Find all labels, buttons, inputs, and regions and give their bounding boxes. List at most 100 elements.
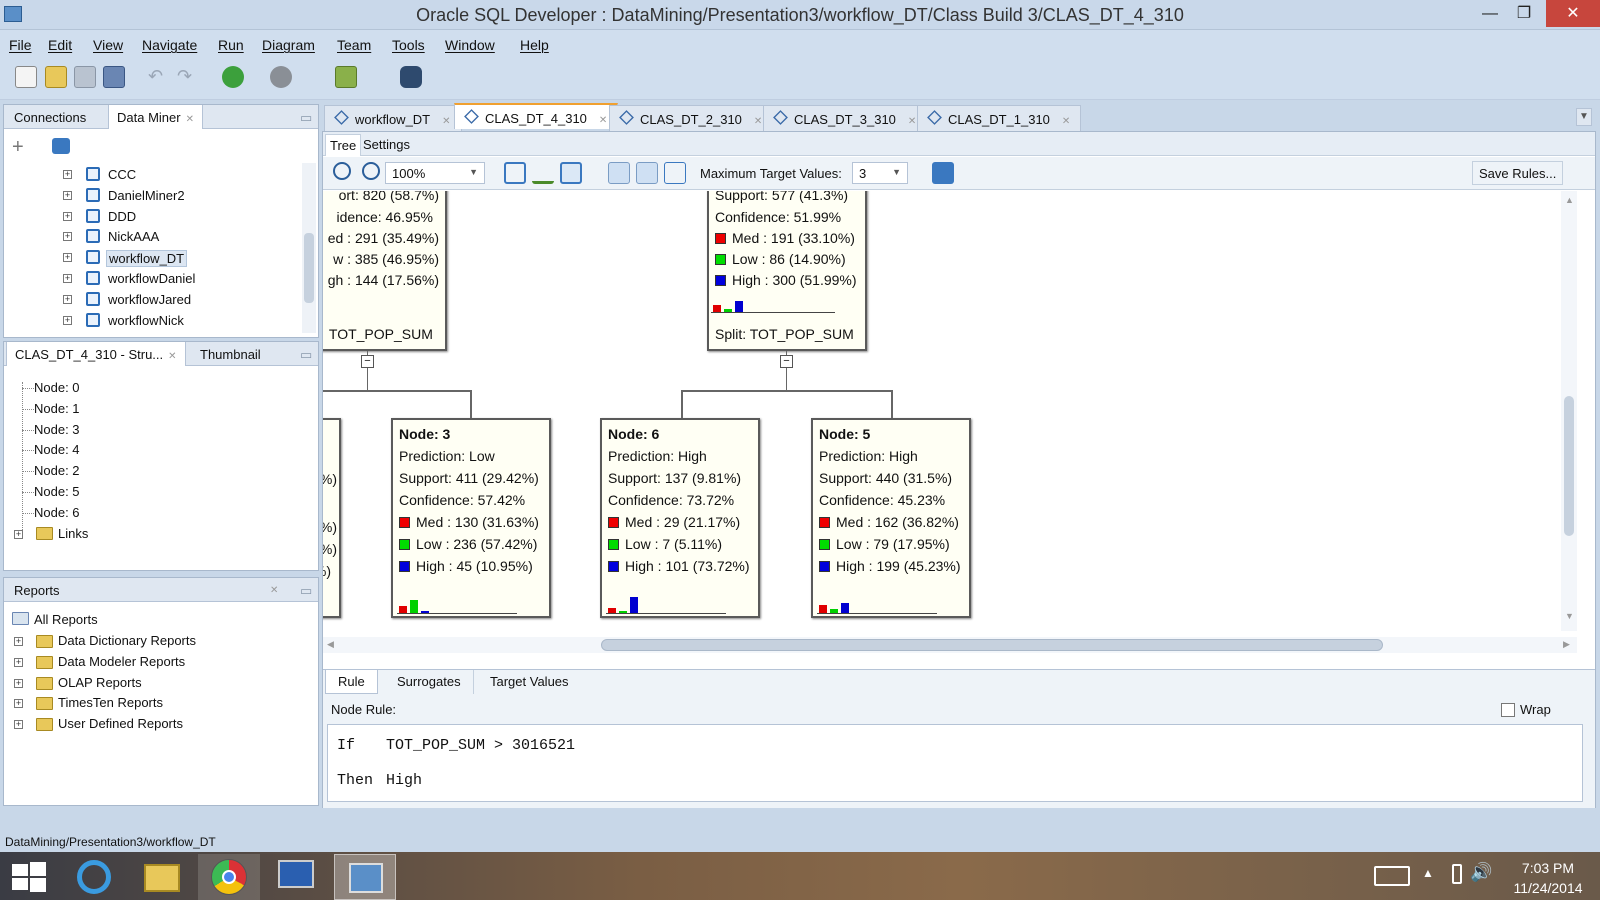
report-item[interactable]: Data Modeler Reports xyxy=(58,654,185,669)
reports-root[interactable]: All Reports xyxy=(34,612,98,627)
close-panel-icon[interactable]: ✕ xyxy=(262,578,286,602)
expand-icon[interactable]: + xyxy=(14,637,23,646)
structure-node[interactable]: Node: 4 xyxy=(34,442,80,457)
close-button[interactable]: ✕ xyxy=(1546,0,1600,27)
tree-node-3[interactable]: Node: 3 Prediction: Low Support: 411 (29.4… xyxy=(391,418,551,618)
expand-icon[interactable]: + xyxy=(63,211,72,221)
tree-item-workflownick[interactable]: workflowNick xyxy=(106,313,186,328)
add-icon[interactable]: + xyxy=(12,137,24,157)
menu-tools[interactable]: Tools xyxy=(392,37,425,53)
expand-icon[interactable]: + xyxy=(63,232,72,242)
close-tab-icon[interactable]: ✕ xyxy=(754,116,762,127)
menu-diagram[interactable]: Diagram xyxy=(262,37,315,53)
close-tab-icon[interactable]: ✕ xyxy=(908,116,916,127)
scroll-left-icon[interactable]: ◀ xyxy=(327,639,334,650)
tree-item-workflow_dt[interactable]: workflow_DT xyxy=(106,250,188,268)
tree-item-nickaaa[interactable]: NickAAA xyxy=(106,229,161,244)
zoom-select[interactable]: 100% ▼ xyxy=(385,162,485,184)
rule-text-area[interactable]: If TOT_POP_SUM > 3016521 Then High xyxy=(327,724,1583,802)
histogram-toggle-icon[interactable] xyxy=(608,162,630,184)
max-target-select[interactable]: 3 ▼ xyxy=(852,162,908,184)
editor-tab-workflow-dt[interactable]: workflow_DT ✕ xyxy=(324,105,462,131)
save-rules-button[interactable]: Save Rules... xyxy=(1472,161,1564,185)
tab-thumbnail[interactable]: Thumbnail xyxy=(192,342,269,366)
expand-icon[interactable]: + xyxy=(63,274,72,283)
expand-icon[interactable]: + xyxy=(14,530,23,539)
tab-rule[interactable]: Rule xyxy=(325,670,378,694)
tab-data-miner[interactable]: Data Miner ✕ xyxy=(108,105,203,129)
forward-icon[interactable] xyxy=(270,66,292,88)
menu-window[interactable]: Window xyxy=(445,37,495,53)
report-item[interactable]: Data Dictionary Reports xyxy=(58,633,196,648)
tree-node-6[interactable]: Node: 6 Prediction: High Support: 137 (9.8… xyxy=(600,418,760,618)
back-icon[interactable] xyxy=(222,66,244,88)
start-button[interactable] xyxy=(0,854,58,900)
collapse-icon[interactable]: − xyxy=(361,355,374,368)
report-item[interactable]: User Defined Reports xyxy=(58,716,183,731)
scrollbar-thumb[interactable] xyxy=(601,639,1383,651)
minimize-panel-icon[interactable]: ▭ xyxy=(292,342,320,366)
tab-settings[interactable]: Settings xyxy=(363,137,410,152)
expand-icon[interactable]: + xyxy=(63,315,72,325)
canvas-horizontal-scrollbar[interactable]: ◀ ▶ xyxy=(323,637,1577,653)
structure-node[interactable]: Node: 0 xyxy=(34,380,80,395)
tree-item-ccc[interactable]: CCC xyxy=(106,167,138,182)
wrap-checkbox[interactable] xyxy=(1501,703,1515,717)
tree-item-ddd[interactable]: DDD xyxy=(106,209,138,224)
ie-taskbar-button[interactable] xyxy=(64,854,126,900)
expand-icon[interactable]: + xyxy=(63,170,72,179)
close-tab-icon[interactable]: ✕ xyxy=(186,114,194,125)
battery-icon[interactable] xyxy=(1452,864,1462,884)
tab-tree[interactable]: Tree xyxy=(325,134,362,156)
refresh-icon[interactable] xyxy=(52,138,70,154)
fit-to-window-icon[interactable] xyxy=(504,162,526,184)
close-tab-icon[interactable]: ✕ xyxy=(168,351,176,362)
explorer-taskbar-button[interactable] xyxy=(130,854,192,900)
chrome-taskbar-button[interactable] xyxy=(198,854,260,900)
tree-node-2-partial[interactable]: Support: 577 (41.3%) Confidence: 51.99% … xyxy=(707,191,867,351)
scroll-up-icon[interactable]: ▲ xyxy=(1565,195,1574,205)
tree-node-1-partial[interactable]: ort: 820 (58.7%) idence: 46.95% ed : 291… xyxy=(323,191,447,351)
remote-desktop-taskbar-button[interactable] xyxy=(266,854,328,900)
close-tab-icon[interactable]: ✕ xyxy=(442,116,450,127)
details-toggle-icon[interactable] xyxy=(636,162,658,184)
undo-icon[interactable]: ↶ xyxy=(148,66,170,88)
expand-icon[interactable]: + xyxy=(14,720,23,730)
report-item[interactable]: TimesTen Reports xyxy=(58,695,163,710)
save-all-icon[interactable] xyxy=(103,66,125,88)
save-icon[interactable] xyxy=(74,66,96,88)
editor-tab-clas-dt-1-310[interactable]: CLAS_DT_1_310 ✕ xyxy=(917,105,1082,131)
minimize-panel-icon[interactable]: ▭ xyxy=(292,105,320,129)
structure-node[interactable]: Node: 6 xyxy=(34,505,80,520)
expand-icon[interactable]: + xyxy=(63,190,72,200)
expand-icon[interactable]: + xyxy=(14,657,23,667)
menu-view[interactable]: View xyxy=(93,37,123,53)
menu-help[interactable]: Help xyxy=(520,37,549,53)
collapse-icon[interactable]: − xyxy=(780,355,793,368)
clock[interactable]: 7:03 PM 11/24/2014 xyxy=(1504,858,1592,898)
menu-navigate[interactable]: Navigate xyxy=(142,37,197,53)
structure-node[interactable]: Node: 3 xyxy=(34,422,80,437)
expand-icon[interactable]: + xyxy=(14,678,23,688)
settings-icon[interactable] xyxy=(664,162,686,184)
show-hidden-icons[interactable]: ▲ xyxy=(1422,866,1434,880)
scroll-down-icon[interactable]: ▼ xyxy=(1565,611,1574,621)
expand-all-icon[interactable] xyxy=(560,162,582,184)
expand-icon[interactable]: + xyxy=(63,294,72,304)
tree-item-workflowdaniel[interactable]: workflowDaniel xyxy=(106,271,197,286)
tree-node-4-partial[interactable]: %) %) %) %) xyxy=(323,418,341,618)
tab-list-icon[interactable]: ▼ xyxy=(1576,108,1592,126)
tree-node-5[interactable]: Node: 5 Prediction: High Support: 440 (31.… xyxy=(811,418,971,618)
tab-structure[interactable]: CLAS_DT_4_310 - Stru... ✕ xyxy=(6,342,186,366)
editor-tab-clas-dt-4-310[interactable]: CLAS_DT_4_310 ✕ xyxy=(454,103,619,129)
volume-icon[interactable]: 🔊 xyxy=(1470,862,1492,883)
menu-edit[interactable]: Edit xyxy=(48,37,72,53)
minimize-panel-icon[interactable]: ▭ xyxy=(292,578,320,602)
new-icon[interactable] xyxy=(15,66,37,88)
scrollbar-thumb[interactable] xyxy=(304,233,314,303)
keyboard-icon[interactable] xyxy=(1374,866,1410,886)
refresh-icon[interactable] xyxy=(932,162,954,184)
zoom-out-icon[interactable] xyxy=(362,162,380,180)
canvas-vertical-scrollbar[interactable]: ▲ ▼ xyxy=(1561,191,1577,631)
tab-target-values[interactable]: Target Values xyxy=(478,670,581,694)
